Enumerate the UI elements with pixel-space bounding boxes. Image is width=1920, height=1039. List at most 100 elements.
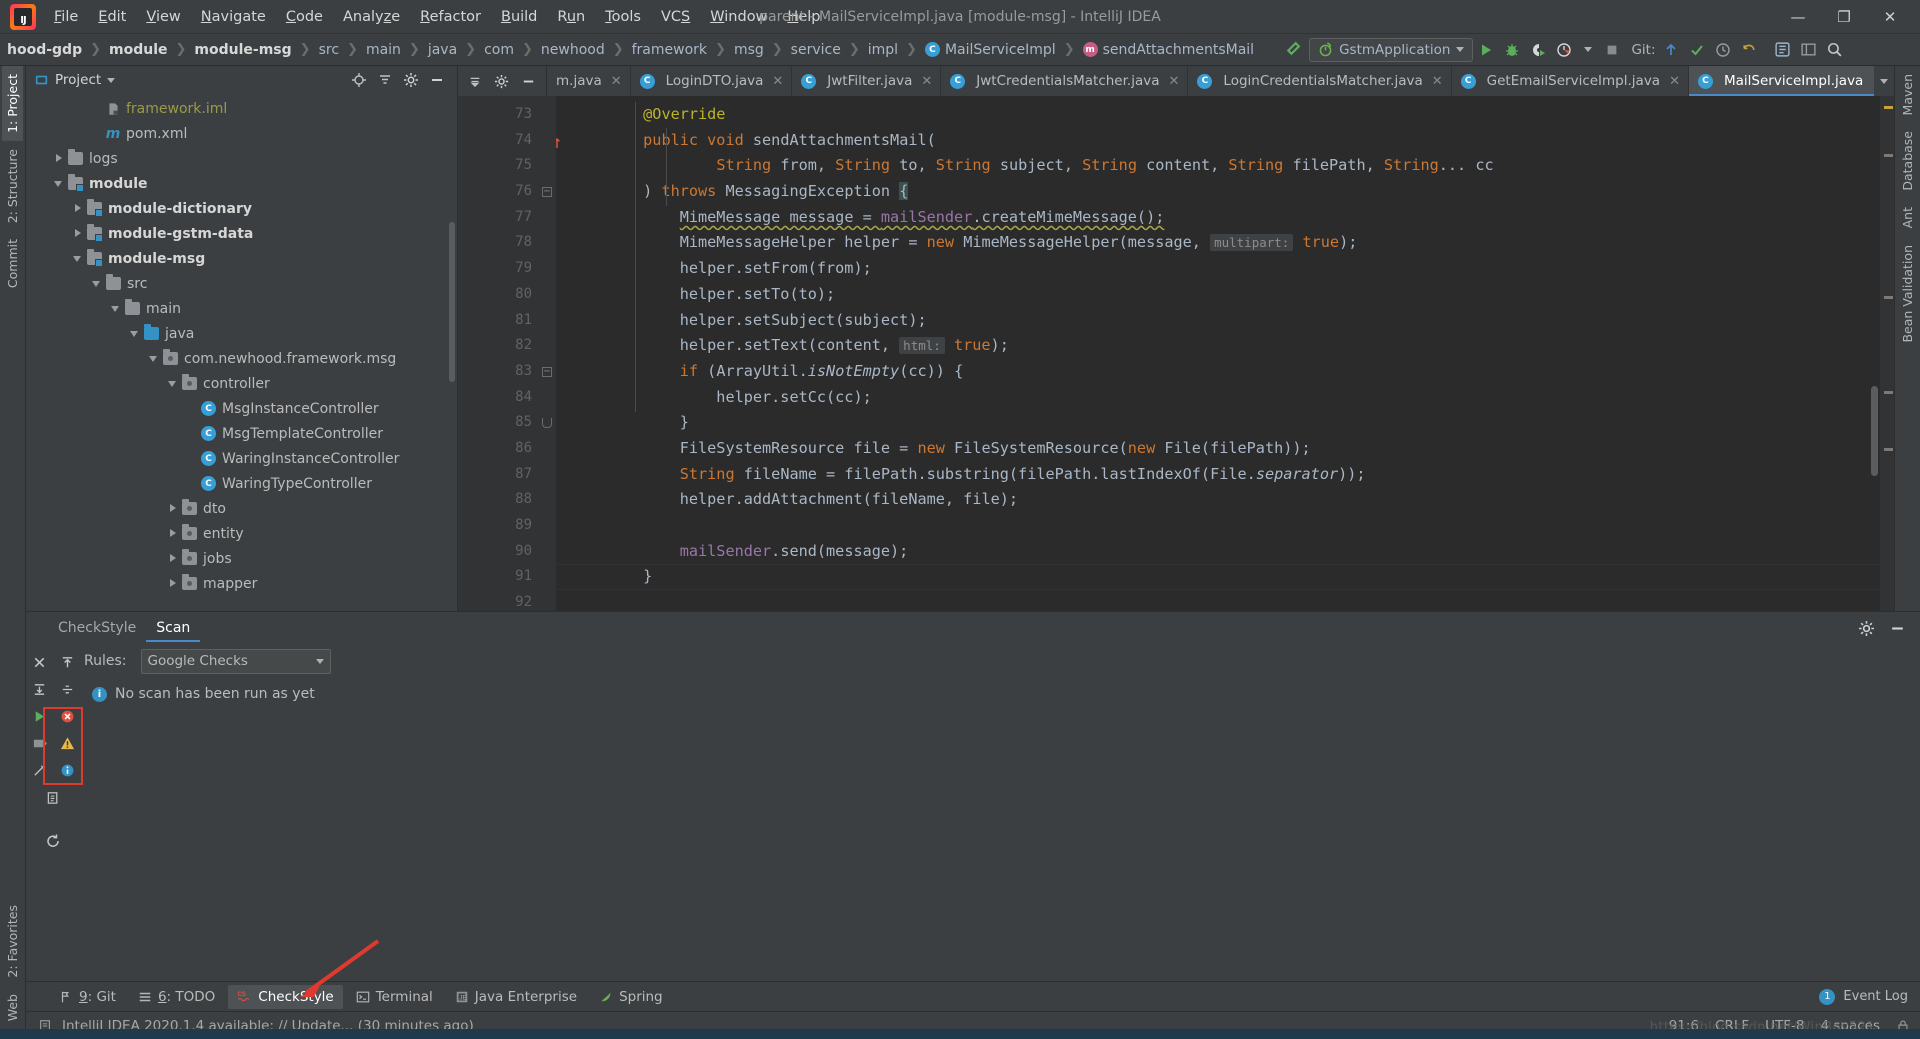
rules-dropdown[interactable]: Google Checks: [140, 648, 331, 674]
tree-twisty-right-icon[interactable]: [167, 577, 180, 590]
editor-tab-jwtcredentialsmatcher-java[interactable]: C JwtCredentialsMatcher.java ✕: [941, 66, 1189, 96]
line-number-gutter[interactable]: 73 74 75 76 77 78 79 80 81 82 83 84 85 86 87 88 89 90 91 92: [458, 96, 560, 611]
menu-item-run[interactable]: Run: [547, 4, 595, 30]
tree-twisty-down-icon[interactable]: [91, 277, 104, 290]
tab-checkstyle[interactable]: CheckStyle: [48, 614, 146, 642]
tree-node[interactable]: jobs: [26, 546, 457, 571]
tool-button-git[interactable]: 9: Git: [50, 985, 125, 1009]
tool-button-java-enterprise[interactable]: JE Java Enterprise: [446, 985, 586, 1009]
line-number[interactable]: 84: [458, 385, 538, 411]
close-icon[interactable]: ✕: [921, 74, 932, 89]
tool-button-spring[interactable]: Spring: [590, 985, 672, 1009]
sidebar-item-favorites[interactable]: 2: Favorites: [2, 897, 23, 986]
source-code[interactable]: @Override public void sendAttachmentsMai…: [556, 96, 1880, 611]
git-history-icon[interactable]: [1710, 37, 1736, 63]
sidebar-item-web[interactable]: Web: [2, 986, 23, 1029]
tree-node[interactable]: C MsgInstanceController: [26, 396, 457, 421]
line-number[interactable]: 76: [458, 179, 538, 205]
breadcrumb-com[interactable]: com: [481, 40, 517, 60]
tree-node[interactable]: java: [26, 321, 457, 346]
sidebar-item-database[interactable]: Database: [1897, 123, 1918, 199]
menu-item-help[interactable]: Help: [777, 4, 830, 30]
tree-node[interactable]: C MsgTemplateController: [26, 421, 457, 446]
close-icon[interactable]: ✕: [1432, 74, 1443, 89]
tool-button-terminal[interactable]: Terminal: [347, 985, 442, 1009]
expand-all-icon[interactable]: [28, 679, 50, 701]
code-line[interactable]: public void sendAttachmentsMail(: [556, 128, 1880, 154]
line-number[interactable]: 86: [458, 436, 538, 462]
line-number[interactable]: 80: [458, 282, 538, 308]
tab-scan[interactable]: Scan: [146, 614, 200, 642]
breadcrumb-msg[interactable]: msg: [731, 40, 767, 60]
tree-twisty-right-icon[interactable]: [72, 202, 85, 215]
tree-node[interactable]: logs: [26, 146, 457, 171]
code-line[interactable]: helper.setCc(cc);: [556, 385, 1880, 411]
line-number[interactable]: 88: [458, 487, 538, 513]
chevron-down-icon[interactable]: [468, 74, 482, 88]
line-number[interactable]: 78: [458, 230, 538, 256]
maximize-button[interactable]: ❐: [1822, 1, 1866, 33]
code-line[interactable]: String from, String to, String subject, …: [556, 153, 1880, 179]
tab-list-chevron-icon[interactable]: [1880, 78, 1888, 84]
close-icon[interactable]: ✕: [1169, 74, 1180, 89]
tree-node[interactable]: module: [26, 171, 457, 196]
menu-item-analyze[interactable]: Analyze: [333, 4, 410, 30]
change-stripe-mark[interactable]: [1884, 154, 1893, 157]
hide-icon[interactable]: [429, 72, 445, 88]
line-number[interactable]: 79: [458, 256, 538, 282]
run-configuration-selector[interactable]: GstmApplication: [1309, 37, 1474, 62]
tree-twisty-right-icon[interactable]: [53, 152, 66, 165]
editor-tab-mailserviceimpl-java[interactable]: CMailServiceImpl.java✕: [1688, 66, 1874, 96]
code-line[interactable]: helper.setTo(to);: [556, 282, 1880, 308]
editor-tab-logindto-java[interactable]: C LoginDTO.java ✕: [631, 66, 793, 96]
code-editor[interactable]: 73 74 75 76 77 78 79 80 81 82 83 84 85 86 87 88 89 90 91 92…: [458, 96, 1894, 611]
profiler-dropdown-icon[interactable]: [1584, 47, 1593, 52]
breadcrumb-service[interactable]: service: [788, 40, 844, 60]
git-update-project-icon[interactable]: [1658, 37, 1684, 63]
export-icon[interactable]: [42, 787, 64, 809]
code-line[interactable]: String fileName = filePath.substring(fil…: [556, 462, 1880, 488]
run-with-coverage-icon[interactable]: [1525, 37, 1551, 63]
project-tree-scrollbar[interactable]: [449, 222, 455, 382]
menu-item-view[interactable]: View: [136, 4, 190, 30]
change-stripe-mark[interactable]: [1884, 391, 1893, 394]
close-icon[interactable]: ✕: [1669, 74, 1680, 89]
breadcrumb-java[interactable]: java: [425, 40, 460, 60]
code-line[interactable]: if (ArrayUtil.isNotEmpty(cc)) {: [556, 359, 1880, 385]
fold-end-icon[interactable]: [542, 418, 552, 429]
layout-icon[interactable]: [1796, 37, 1822, 63]
tree-twisty-down-icon[interactable]: [129, 327, 142, 340]
code-line[interactable]: MimeMessageHelper helper = new MimeMessa…: [556, 230, 1880, 256]
line-number[interactable]: 89: [458, 513, 538, 539]
code-line[interactable]: helper.setFrom(from);: [556, 256, 1880, 282]
tree-node[interactable]: m pom.xml: [26, 121, 457, 146]
undo-icon[interactable]: [1736, 37, 1762, 63]
tree-node[interactable]: module-msg: [26, 246, 457, 271]
breadcrumb-sendattachmentsmail[interactable]: m sendAttachmentsMail: [1080, 40, 1257, 60]
close-icon[interactable]: ✕: [611, 74, 622, 89]
menu-item-vcs[interactable]: VCS: [651, 4, 700, 30]
tree-node[interactable]: mapper: [26, 571, 457, 596]
project-panel-title[interactable]: Project: [34, 72, 116, 88]
tree-twisty-down-icon[interactable]: [72, 252, 85, 265]
tree-twisty-down-icon[interactable]: [110, 302, 123, 315]
tree-node[interactable]: com.newhood.framework.msg: [26, 346, 457, 371]
line-number[interactable]: 74: [458, 128, 560, 154]
code-line[interactable]: [556, 590, 1880, 611]
scan-results-area[interactable]: i No scan has been run as yet: [80, 678, 1920, 981]
sidebar-item-structure[interactable]: 2: Structure: [2, 141, 23, 231]
gear-icon[interactable]: [403, 72, 419, 88]
menu-item-tools[interactable]: Tools: [595, 4, 651, 30]
scroll-to-source-icon[interactable]: [56, 652, 78, 674]
tree-twisty-right-icon[interactable]: [167, 527, 180, 540]
code-line[interactable]: FileSystemResource file = new FileSystem…: [556, 436, 1880, 462]
tree-twisty-right-icon[interactable]: [167, 552, 180, 565]
editor-tab-logincredentialsmatcher-java[interactable]: C LoginCredentialsMatcher.java ✕: [1188, 66, 1452, 96]
editor-scrollbar[interactable]: [1871, 386, 1878, 476]
line-number[interactable]: 73: [458, 102, 538, 128]
event-log-label[interactable]: Event Log: [1843, 989, 1908, 1004]
breadcrumb-framework[interactable]: framework: [629, 40, 710, 60]
breadcrumb-hood-gdp[interactable]: hood-gdp: [4, 40, 85, 60]
line-number[interactable]: 77: [458, 205, 538, 231]
breadcrumb-impl[interactable]: impl: [865, 40, 901, 60]
